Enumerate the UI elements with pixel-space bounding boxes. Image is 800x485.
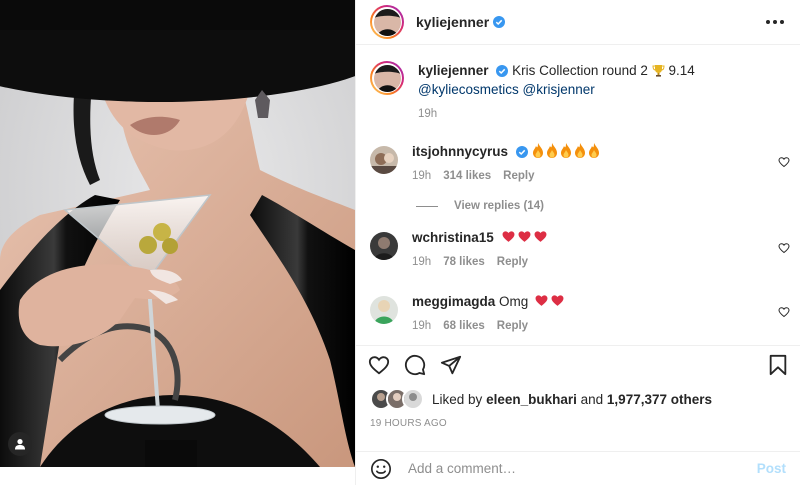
tagged-people-button[interactable] xyxy=(8,432,32,456)
red-heart-emoji-icon xyxy=(551,295,564,306)
red-heart-emoji-icon xyxy=(502,231,515,242)
avatar xyxy=(373,8,401,36)
red-heart-emoji-icon xyxy=(535,295,548,306)
save-button[interactable] xyxy=(768,354,788,376)
liker-avatar xyxy=(402,388,424,410)
comment-item: itsjohnnycyrus 19h 314 likes Reply xyxy=(356,142,800,186)
commenter-avatar[interactable] xyxy=(370,296,398,324)
comment-body: itsjohnnycyrus 19h 314 likes Reply xyxy=(412,142,786,186)
caption-text: Kris Collection round 2 xyxy=(512,63,648,78)
post-actions-section: Liked by eleen_bukhari and 1,977,377 oth… xyxy=(356,345,800,429)
comment-input[interactable] xyxy=(406,460,757,477)
like-button[interactable] xyxy=(368,354,390,376)
caption-date: 9.14 xyxy=(668,63,695,78)
story-ring[interactable] xyxy=(370,5,404,39)
fire-emoji-icon xyxy=(560,143,571,158)
comment-username[interactable]: itsjohnnycyrus xyxy=(412,144,508,159)
post-timestamp[interactable]: 19 HOURS AGO xyxy=(356,414,800,429)
more-options-button[interactable] xyxy=(764,14,786,30)
caption-username[interactable]: kyliejenner xyxy=(418,63,489,78)
post-comment-button[interactable]: Post xyxy=(757,461,786,476)
caption-time[interactable]: 19h xyxy=(418,105,786,124)
emoji-smiley-icon[interactable] xyxy=(370,458,392,480)
liked-by-prefix: Liked by xyxy=(432,391,483,407)
mention-kyliecosmetics[interactable]: @kyliecosmetics xyxy=(418,82,519,97)
comment-like-heart-icon[interactable] xyxy=(778,306,790,318)
heart-emoji-icons xyxy=(535,294,567,309)
red-heart-emoji-icon xyxy=(534,231,547,242)
action-bar xyxy=(356,346,800,384)
post-photo xyxy=(0,0,355,467)
post-header: kyliejenner xyxy=(356,0,800,45)
fire-emoji-icon xyxy=(546,143,557,158)
instagram-post: kyliejenner kyliejenner Kris Collection … xyxy=(0,0,800,485)
comment-likes[interactable]: 68 likes xyxy=(443,317,485,336)
comment-username[interactable]: wchristina15 xyxy=(412,230,494,245)
comment-time[interactable]: 19h xyxy=(412,317,431,336)
add-comment-bar: Post xyxy=(356,451,800,485)
caption-body: kyliejenner Kris Collection round 2 9.14… xyxy=(418,61,786,124)
comment-username[interactable]: meggimagda xyxy=(412,294,495,309)
post-media[interactable] xyxy=(0,0,355,485)
replies-divider xyxy=(416,205,438,207)
bookmark-icon xyxy=(769,354,787,376)
comment-time[interactable]: 19h xyxy=(412,167,431,186)
paper-plane-icon xyxy=(440,355,462,375)
reply-button[interactable]: Reply xyxy=(497,253,528,272)
user-tag-icon xyxy=(15,439,25,450)
header-username[interactable]: kyliejenner xyxy=(416,14,489,30)
trophy-emoji-icon xyxy=(652,65,665,77)
caption-avatar xyxy=(373,64,401,92)
comment-text: Omg xyxy=(499,294,529,309)
view-replies-label: View replies (14) xyxy=(454,200,544,212)
comment-body: meggimagda Omg 19h 68 likes Reply xyxy=(412,292,786,336)
caption: kyliejenner Kris Collection round 2 9.14… xyxy=(356,45,800,124)
comment-likes[interactable]: 78 likes xyxy=(443,253,485,272)
fire-emoji-icon xyxy=(532,143,543,158)
fire-emoji-icon xyxy=(574,143,585,158)
comment-meta: 19h 314 likes Reply xyxy=(412,167,786,186)
comment-item: meggimagda Omg 19h 68 likes Reply xyxy=(356,292,800,336)
heart-emoji-icons xyxy=(502,230,550,245)
verified-badge-icon xyxy=(493,16,506,28)
liked-by-others[interactable]: 1,977,377 others xyxy=(607,392,712,407)
liked-by-and: and xyxy=(580,391,604,407)
fire-emoji-icons xyxy=(532,143,602,159)
red-heart-emoji-icon xyxy=(518,231,531,242)
comment-meta: 19h 78 likes Reply xyxy=(412,253,786,272)
comment-likes[interactable]: 314 likes xyxy=(443,167,491,186)
reply-button[interactable]: Reply xyxy=(497,317,528,336)
comment-button[interactable] xyxy=(404,354,426,376)
post-side-panel: kyliejenner kyliejenner Kris Collection … xyxy=(355,0,800,485)
heart-icon xyxy=(368,356,390,375)
comment-body: wchristina15 19h 78 likes Reply xyxy=(412,228,786,272)
commenter-avatar[interactable] xyxy=(370,146,398,174)
commenter-avatar[interactable] xyxy=(370,232,398,260)
liked-by-user[interactable]: eleen_bukhari xyxy=(486,392,577,407)
comment-meta: 19h 68 likes Reply xyxy=(412,317,786,336)
liker-avatars[interactable] xyxy=(370,388,424,410)
more-options-icon xyxy=(766,20,770,24)
likes-summary: Liked by eleen_bukhari and 1,977,377 oth… xyxy=(356,384,800,414)
comment-like-heart-icon[interactable] xyxy=(778,156,790,168)
comment-bubble-icon xyxy=(404,354,426,376)
verified-badge-icon xyxy=(515,146,528,158)
share-button[interactable] xyxy=(440,354,462,376)
comment-like-heart-icon[interactable] xyxy=(778,242,790,254)
caption-story-ring[interactable] xyxy=(370,61,404,95)
fire-emoji-icon xyxy=(588,143,599,158)
verified-badge-icon xyxy=(496,65,509,77)
reply-button[interactable]: Reply xyxy=(503,167,534,186)
mention-krisjenner[interactable]: @krisjenner xyxy=(523,82,595,97)
view-replies-button[interactable]: View replies (14) xyxy=(416,200,800,212)
comment-item: wchristina15 19h 78 likes Reply xyxy=(356,228,800,272)
comment-time[interactable]: 19h xyxy=(412,253,431,272)
comments-list[interactable]: kyliejenner Kris Collection round 2 9.14… xyxy=(356,45,800,345)
